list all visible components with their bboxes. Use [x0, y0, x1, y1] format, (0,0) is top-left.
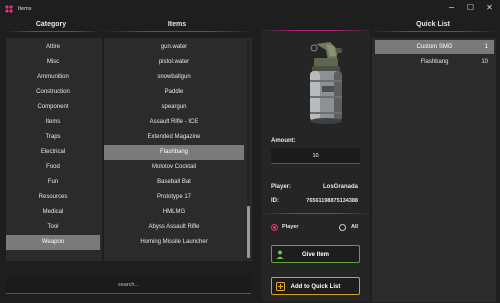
list-add-icon — [276, 282, 285, 291]
minimize-icon[interactable]: − — [447, 3, 456, 12]
items-header: Items — [167, 21, 187, 28]
item-row[interactable]: Extended Magazine — [104, 130, 244, 145]
quick-list-entry-count: 10 — [481, 59, 488, 65]
category-header-underline — [6, 31, 102, 32]
item-row[interactable]: HMLMG — [104, 205, 244, 220]
category-list: Attire Misc Ammunition Construction Comp… — [6, 40, 100, 250]
id-value: 76561198875134388 — [306, 198, 358, 204]
items-header-underline — [104, 31, 252, 32]
items-scrollbar[interactable] — [247, 40, 250, 258]
category-item[interactable]: Food — [6, 160, 100, 175]
item-row[interactable]: speargun — [104, 100, 244, 115]
category-header: Category — [35, 21, 67, 28]
category-item[interactable]: Misc — [6, 55, 100, 70]
id-label: ID: — [271, 198, 279, 204]
category-item[interactable]: Component — [6, 100, 100, 115]
item-row[interactable]: pistol.water — [104, 55, 244, 70]
item-row[interactable]: Homing Missile Launcher — [104, 235, 244, 250]
detail-divider — [262, 213, 370, 214]
items-scroll-thumb[interactable] — [247, 206, 250, 258]
add-to-quick-list-label: Add to Quick List — [290, 284, 341, 290]
quick-list-entry-name: Flashbang — [420, 59, 449, 65]
radio-all[interactable] — [339, 224, 346, 231]
window-title: Items — [18, 5, 32, 12]
app-logo-icon — [5, 4, 13, 13]
flashbang-image — [310, 42, 342, 124]
add-to-quick-list-button[interactable]: Add to Quick List — [271, 277, 360, 295]
category-item[interactable]: Items — [6, 115, 100, 130]
category-item[interactable]: Attire — [6, 40, 100, 55]
quick-list-header-underline — [372, 31, 496, 32]
quick-list-panel — [372, 38, 496, 302]
radio-player[interactable] — [271, 224, 278, 231]
category-item[interactable]: Traps — [6, 130, 100, 145]
item-row[interactable]: gun.water — [104, 40, 244, 55]
item-row[interactable]: Baseball Bat — [104, 175, 244, 190]
category-item[interactable]: Fun — [6, 175, 100, 190]
item-row[interactable]: Abyss Assault Rifle — [104, 220, 244, 235]
category-item[interactable]: Electrical — [6, 145, 100, 160]
detail-top-border — [262, 30, 370, 31]
quick-list-entry[interactable]: Flashbang 10 — [375, 55, 494, 69]
quick-list-entry-count: 1 — [484, 44, 488, 50]
radio-all-label: All — [351, 224, 359, 230]
title-bar: Items − ☐ ✕ — [0, 0, 500, 17]
item-row[interactable]: snowballgun — [104, 70, 244, 85]
close-icon[interactable]: ✕ — [485, 3, 494, 12]
give-item-label: Give Item — [301, 252, 329, 258]
category-item[interactable]: Tool — [6, 220, 100, 235]
items-list: gun.water pistol.water snowballgun Paddl… — [104, 40, 244, 250]
quick-list-entry-selected[interactable]: Custom SMG 1 — [375, 40, 494, 54]
item-row[interactable]: Prototype 17 — [104, 190, 244, 205]
category-item[interactable]: Construction — [6, 85, 100, 100]
category-item[interactable]: Resources — [6, 190, 100, 205]
radio-player-label: Player — [282, 224, 299, 230]
item-row[interactable]: Molotov Cocktail — [104, 160, 244, 175]
amount-label: Amount: — [271, 138, 296, 144]
search-input[interactable]: search... — [6, 276, 251, 294]
user-add-icon — [276, 250, 284, 259]
category-item-selected[interactable]: Weapon — [6, 235, 100, 250]
maximize-icon[interactable]: ☐ — [466, 3, 475, 12]
amount-input[interactable]: 10 — [271, 148, 360, 164]
player-value: LosGranada — [322, 184, 358, 190]
quick-list-header: Quick List — [416, 21, 450, 28]
category-item[interactable]: Medical — [6, 205, 100, 220]
item-row-selected[interactable]: Flashbang — [104, 145, 244, 160]
player-label: Player: — [271, 184, 292, 190]
item-row[interactable]: Paddle — [104, 85, 244, 100]
give-item-button[interactable]: Give Item — [271, 245, 360, 263]
quick-list-entry-name: Custom SMG — [416, 44, 453, 50]
category-item[interactable]: Ammunition — [6, 70, 100, 85]
item-row[interactable]: Assault Rifle - ICE — [104, 115, 244, 130]
